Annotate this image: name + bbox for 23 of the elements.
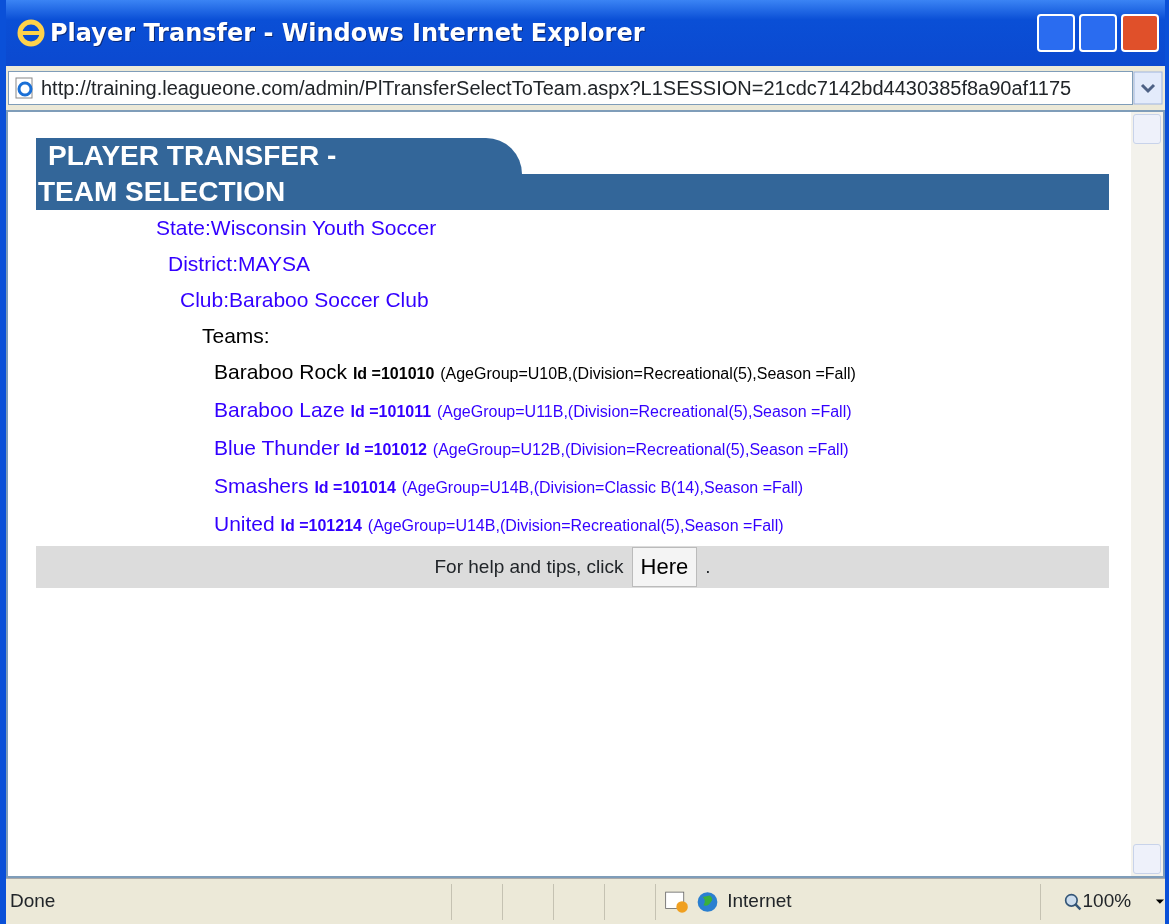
club-link[interactable]: Club:Baraboo Soccer Club	[180, 282, 429, 318]
help-text: For help and tips, click	[434, 554, 624, 579]
browser-logo-icon	[16, 18, 46, 48]
team-link[interactable]: Baraboo Laze Id =101011 (AgeGroup=U11B,(Division=Recreational(5),Season =Fall)	[214, 392, 852, 430]
zone-text: Internet	[727, 889, 793, 914]
maximize-button[interactable]	[1079, 14, 1117, 52]
minimize-button[interactable]	[1037, 14, 1075, 52]
address-field[interactable]: http://training.leagueone.com/admin/PlTransferSelectToTeam.aspx?L1SESSION=21cdc7142bd4430385f8a90af1175	[8, 71, 1133, 105]
state-link[interactable]: State:Wisconsin Youth Soccer	[156, 210, 437, 246]
zoom-level[interactable]: 100%	[1082, 887, 1132, 916]
teams-label: Teams:	[202, 323, 270, 349]
team-entry: Baraboo Rock Id =101010 (AgeGroup=U10B,(Division=Recreational(5),Season =Fall)	[214, 359, 856, 385]
status-text: Done	[9, 889, 57, 914]
team-link[interactable]: Smashers Id =101014 (AgeGroup=U14B,(Division=Classic B(14),Season =Fall)	[214, 468, 804, 506]
team-link[interactable]: United Id =101214 (AgeGroup=U14B,(Division=Recreational(5),Season =Fall)	[214, 506, 784, 544]
team-link[interactable]: Blue Thunder Id =101012 (AgeGroup=U12B,(Division=Recreational(5),Season =Fall)	[214, 430, 849, 468]
help-button[interactable]: Here	[631, 547, 698, 587]
window-title: Player Transfer - Windows Internet Explorer	[50, 18, 645, 49]
caret-icon[interactable]	[1155, 897, 1165, 906]
district-link[interactable]: District:MAYSA	[168, 246, 310, 282]
close-button[interactable]	[1121, 14, 1159, 52]
period-text: .	[705, 554, 711, 579]
page-heading: PLAYER TRANSFER - TEAM SELECTION	[36, 138, 1109, 210]
